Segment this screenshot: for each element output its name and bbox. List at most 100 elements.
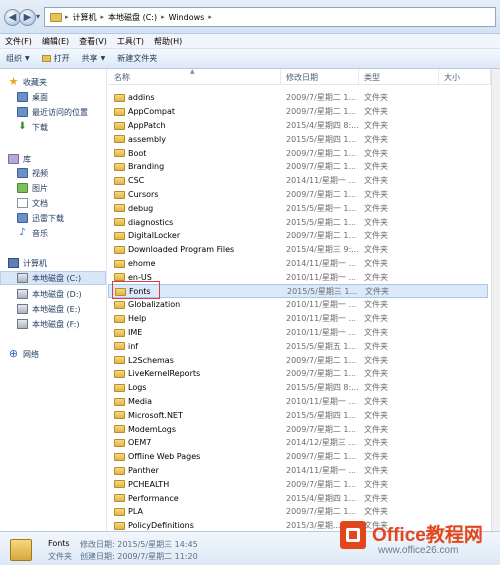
file-type: 文件夹 [364, 107, 388, 117]
details-name: Fonts [48, 539, 70, 548]
table-row[interactable]: inf 2015/5/星期五 1... 文件夹 [108, 339, 488, 353]
navigation-pane: ★ 收藏夹 桌面 最近访问的位置 ⬇ 下载 库 视频 图片 文档 迅雷下载 ♪ … [0, 69, 107, 531]
sidebar-item-downloads[interactable]: ⬇ 下载 [17, 120, 48, 134]
column-size[interactable]: 大小 [444, 72, 460, 83]
sidebar-item-computer[interactable]: 计算机 [8, 256, 47, 270]
table-row[interactable]: Fonts 2015/5/星期三 1... 文件夹 [108, 284, 488, 298]
history-dropdown-icon[interactable]: ▾ [36, 12, 40, 21]
file-date: 2009/7/星期二 1... [286, 369, 357, 379]
column-divider[interactable] [358, 69, 359, 85]
table-row[interactable]: L2Schemas 2009/7/星期二 1... 文件夹 [108, 353, 488, 367]
column-type[interactable]: 类型 [364, 72, 380, 83]
folder-icon [114, 356, 125, 365]
organize-button[interactable]: 组织 ▼ [0, 53, 36, 64]
vertical-scrollbar[interactable] [491, 69, 500, 531]
table-row[interactable]: addins 2009/7/星期二 1... 文件夹 [108, 91, 488, 105]
sidebar-item-favorites[interactable]: ★ 收藏夹 [8, 75, 47, 89]
folder-icon [114, 383, 125, 392]
address-bar-area: ◀ ▶ ▾ ▸ 计算机 ▸ 本地磁盘 (C:) ▸ Windows ▸ [0, 0, 500, 34]
sidebar-item-network[interactable]: ⊕ 网络 [8, 347, 39, 361]
forward-button[interactable]: ▶ [19, 9, 36, 26]
table-row[interactable]: CSC 2014/11/星期一 ... 文件夹 [108, 174, 488, 188]
table-row[interactable]: Panther 2014/11/星期一 ... 文件夹 [108, 464, 488, 478]
table-row[interactable]: OEM7 2014/12/星期三 ... 文件夹 [108, 436, 488, 450]
file-date: 2010/11/星期一 ... [286, 300, 357, 310]
table-row[interactable]: debug 2015/5/星期一 1... 文件夹 [108, 201, 488, 215]
column-header-row: ▲ 名称 修改日期 类型 大小 [108, 68, 500, 85]
table-row[interactable]: Performance 2015/4/星期四 1... 文件夹 [108, 491, 488, 505]
table-row[interactable]: LiveKernelReports 2009/7/星期二 1... 文件夹 [108, 367, 488, 381]
table-row[interactable]: en-US 2010/11/星期一 ... 文件夹 [108, 270, 488, 284]
sidebar-item-recent[interactable]: 最近访问的位置 [17, 105, 88, 119]
file-type: 文件夹 [364, 383, 388, 393]
menu-edit[interactable]: 编辑(E) [37, 36, 74, 47]
file-name: PolicyDefinitions [128, 521, 194, 531]
table-row[interactable]: AppCompat 2009/7/星期二 1... 文件夹 [108, 105, 488, 119]
table-row[interactable]: DigitalLocker 2009/7/星期二 1... 文件夹 [108, 229, 488, 243]
column-divider[interactable] [280, 69, 281, 85]
file-type: 文件夹 [364, 231, 388, 241]
sidebar-item-thunder[interactable]: 迅雷下载 [17, 211, 64, 225]
sidebar-item-desktop[interactable]: 桌面 [17, 90, 48, 104]
sidebar-item-music[interactable]: ♪ 音乐 [17, 226, 48, 240]
sidebar-item-pictures[interactable]: 图片 [17, 181, 48, 195]
file-name: PCHEALTH [128, 479, 170, 489]
file-type: 文件夹 [364, 355, 388, 365]
file-date: 2015/4/星期四 8:... [286, 120, 359, 130]
open-button[interactable]: 打开 [36, 53, 76, 64]
sidebar-item-documents[interactable]: 文档 [17, 196, 48, 210]
folder-icon [114, 94, 125, 102]
table-row[interactable]: Branding 2009/7/星期二 1... 文件夹 [108, 160, 488, 174]
file-name: Downloaded Program Files [128, 245, 235, 255]
table-row[interactable]: assembly 2015/5/星期四 1... 文件夹 [108, 132, 488, 146]
table-row[interactable]: Help 2010/11/星期一 ... 文件夹 [108, 312, 488, 326]
drive-icon [17, 304, 28, 314]
column-name[interactable]: 名称 [114, 72, 130, 83]
table-row[interactable]: diagnostics 2015/5/星期二 1... 文件夹 [108, 215, 488, 229]
table-row[interactable]: Boot 2009/7/星期二 1... 文件夹 [108, 146, 488, 160]
sidebar-item-label: 本地磁盘 (E:) [32, 304, 81, 314]
breadcrumb-windows[interactable]: Windows [165, 13, 209, 22]
menu-help[interactable]: 帮助(H) [149, 36, 187, 47]
breadcrumb-drive-c[interactable]: 本地磁盘 (C:) [104, 12, 161, 23]
sidebar-item-drive-d[interactable]: 本地磁盘 (D:) [17, 287, 82, 301]
table-row[interactable]: Cursors 2009/7/星期二 1... 文件夹 [108, 188, 488, 202]
table-row[interactable]: Microsoft.NET 2015/5/星期四 1... 文件夹 [108, 408, 488, 422]
address-field[interactable]: ▸ 计算机 ▸ 本地磁盘 (C:) ▸ Windows ▸ [44, 7, 496, 27]
table-row[interactable]: AppPatch 2015/4/星期四 8:... 文件夹 [108, 119, 488, 133]
office-logo-icon [340, 521, 366, 549]
menu-tools[interactable]: 工具(T) [112, 36, 149, 47]
sidebar-item-videos[interactable]: 视频 [17, 166, 48, 180]
file-type: 文件夹 [364, 396, 388, 406]
organize-label: 组织 [6, 54, 22, 63]
table-row[interactable]: IME 2010/11/星期一 ... 文件夹 [108, 326, 488, 340]
sidebar-item-drive-e[interactable]: 本地磁盘 (E:) [17, 302, 81, 316]
table-row[interactable]: Media 2010/11/星期一 ... 文件夹 [108, 395, 488, 409]
table-row[interactable]: ehome 2014/11/星期一 ... 文件夹 [108, 257, 488, 271]
folder-icon [114, 301, 125, 309]
sidebar-item-label: 桌面 [32, 92, 48, 102]
menu-view[interactable]: 查看(V) [74, 36, 112, 47]
column-date[interactable]: 修改日期 [286, 72, 318, 83]
table-row[interactable]: Globalization 2010/11/星期一 ... 文件夹 [108, 298, 488, 312]
share-button[interactable]: 共享 ▼ [76, 53, 112, 64]
sidebar-item-library[interactable]: 库 [8, 152, 31, 166]
sidebar-item-drive-c[interactable]: 本地磁盘 (C:) [0, 271, 106, 285]
menu-file[interactable]: 文件(F) [0, 36, 37, 47]
table-row[interactable]: PCHEALTH 2009/7/星期二 1... 文件夹 [108, 477, 488, 491]
column-divider[interactable] [438, 69, 439, 85]
file-name: ehome [128, 258, 156, 268]
breadcrumb-separator-icon[interactable]: ▸ [208, 13, 212, 21]
table-row[interactable]: Logs 2015/5/星期四 8:... 文件夹 [108, 381, 488, 395]
table-row[interactable]: ModemLogs 2009/7/星期二 1... 文件夹 [108, 422, 488, 436]
file-date: 2015/4/星期四 1... [286, 493, 357, 503]
new-folder-button[interactable]: 新建文件夹 [111, 53, 163, 64]
breadcrumb-computer[interactable]: 计算机 [69, 12, 101, 23]
table-row[interactable]: Offline Web Pages 2009/7/星期二 1... 文件夹 [108, 450, 488, 464]
sidebar-item-drive-f[interactable]: 本地磁盘 (F:) [17, 317, 79, 331]
file-date: 2009/7/星期二 1... [286, 107, 357, 117]
details-created: 创建日期: 2009/7/星期二 11:20 [80, 552, 198, 561]
recent-places-icon [17, 107, 28, 117]
table-row[interactable]: Downloaded Program Files 2015/4/星期三 9:...… [108, 243, 488, 257]
file-date: 2009/7/星期二 1... [286, 93, 357, 103]
